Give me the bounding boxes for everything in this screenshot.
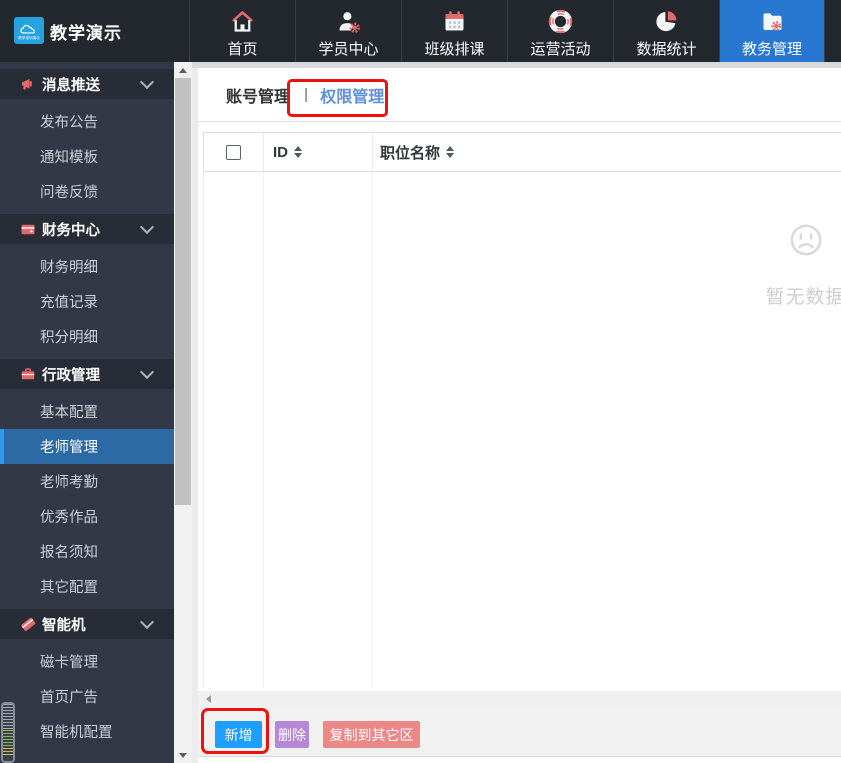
tab-account-management[interactable]: 账号管理	[226, 83, 290, 107]
chevron-down-icon	[139, 219, 155, 235]
sort-carets-icon[interactable]	[294, 146, 302, 158]
chevron-down-icon	[139, 74, 155, 90]
column-divider	[263, 172, 264, 688]
nav-item-academic[interactable]: 教务管理	[719, 0, 825, 62]
column-header-id[interactable]: ID	[264, 133, 373, 171]
sidebar-item[interactable]: 优秀作品	[0, 499, 174, 534]
nav-item-statistics[interactable]: 数据统计	[613, 0, 719, 62]
cloud-icon	[20, 24, 36, 34]
sidebar-item[interactable]: 老师考勤	[0, 464, 174, 499]
nav-item-label: 教务管理	[741, 40, 802, 58]
tab-bar: 账号管理 | 权限管理	[198, 68, 841, 122]
sidebar-item[interactable]: 发布公告	[0, 104, 174, 139]
table-header-row: ID 职位名称	[203, 132, 841, 172]
nav-item-label: 首页	[227, 40, 258, 58]
sidebar-group-items: 财务明细 充值记录 积分明细	[0, 249, 174, 354]
column-label: ID	[273, 143, 288, 161]
sidebar-group-items: 基本配置 老师管理 老师考勤 优秀作品 报名须知 其它配置	[0, 394, 174, 604]
nav-item-scheduling[interactable]: 班级排课	[401, 0, 507, 62]
footer-toolbar: 新增 删除 复制到其它区	[198, 706, 841, 757]
nav-item-label: 数据统计	[636, 40, 697, 58]
scroll-down-arrow-icon[interactable]	[174, 747, 192, 763]
delete-button[interactable]: 删除	[275, 721, 309, 748]
column-divider	[372, 172, 373, 688]
sidebar-item[interactable]: 充值记录	[0, 284, 174, 319]
table-body	[203, 172, 841, 688]
lifebuoy-icon	[547, 7, 574, 37]
sidebar-group-admin[interactable]: 行政管理	[0, 359, 174, 389]
megaphone-icon	[20, 76, 36, 92]
home-icon	[229, 7, 256, 37]
add-button[interactable]: 新增	[215, 721, 262, 748]
folder-gear-icon	[759, 7, 786, 37]
select-all-checkbox[interactable]	[226, 144, 241, 160]
calendar-icon	[441, 7, 468, 37]
sidebar-scrollbar[interactable]	[174, 62, 192, 763]
sidebar-item[interactable]: 问卷反馈	[0, 174, 174, 209]
widget-green-lines	[3, 730, 13, 748]
empty-state: 暂无数据	[758, 223, 841, 309]
sidebar-group-message[interactable]: 消息推送	[0, 69, 174, 99]
corner-widget	[1, 702, 15, 763]
nav-item-label: 学员中心	[318, 40, 379, 58]
column-header-position-name[interactable]: 职位名称	[373, 133, 841, 171]
nav-item-operations[interactable]: 运营活动	[507, 0, 613, 62]
nav-item-label: 运营活动	[530, 40, 591, 58]
tab-separator: |	[304, 86, 309, 103]
nav-item-label: 班级排课	[424, 40, 485, 58]
empty-state-text: 暂无数据	[765, 287, 841, 308]
sidebar-group-items: 磁卡管理 首页广告 智能机配置	[0, 644, 174, 749]
sidebar-item[interactable]: 积分明细	[0, 319, 174, 354]
app-title: 教学演示	[50, 23, 122, 43]
sidebar: 消息推送发布公告 通知模板 问卷反馈 财务中心财务明细 充值记录 积分明细 行政管理基本…	[0, 62, 174, 763]
wallet-icon	[20, 221, 36, 237]
scroll-left-arrow-icon[interactable]	[206, 694, 211, 703]
sidebar-item[interactable]: 基本配置	[0, 394, 174, 429]
nav-item-home[interactable]: 首页	[189, 0, 295, 62]
sidebar-item[interactable]: 通知模板	[0, 139, 174, 174]
main-content: 账号管理 | 权限管理 ID 职位名称 暂无数据 新增 删除 复制到其它区	[198, 68, 841, 763]
sidebar-scrollbar-thumb[interactable]	[175, 78, 191, 505]
app-logo: 教学培训演示	[14, 17, 44, 44]
sidebar-group-label: 消息推送	[42, 77, 100, 94]
briefcase-icon	[20, 366, 36, 382]
sidebar-group-label: 财务中心	[42, 222, 100, 239]
sidebar-group-label: 智能机	[42, 617, 86, 634]
widget-gray-lines	[3, 704, 13, 730]
horizontal-scrollbar[interactable]	[198, 691, 841, 706]
sidebar-item[interactable]: 磁卡管理	[0, 644, 174, 679]
widget-yellow-lines	[3, 748, 13, 757]
sidebar-group-items: 发布公告 通知模板 问卷反馈	[0, 104, 174, 209]
main-nav: 首页 学员中心 班级排课 运营活动 数据统计 教务管理	[189, 0, 825, 62]
select-all-cell	[204, 133, 264, 171]
scroll-up-arrow-icon[interactable]	[174, 62, 192, 78]
tab-permission-management[interactable]: 权限管理	[320, 83, 384, 107]
logo-caption: 教学培训演示	[18, 34, 40, 40]
sidebar-group-label: 行政管理	[42, 367, 100, 384]
sort-carets-icon[interactable]	[446, 146, 455, 158]
copy-button[interactable]: 复制到其它区	[323, 721, 420, 748]
chevron-down-icon	[139, 364, 155, 380]
top-navbar: 教学培训演示 教学演示 首页 学员中心 班级排课 运营活动 数据统计 教务管理	[0, 0, 841, 62]
sidebar-group-machine[interactable]: 智能机	[0, 609, 174, 639]
sad-face-icon	[790, 224, 821, 256]
student-icon	[335, 7, 362, 37]
sidebar-item[interactable]: 老师管理	[0, 429, 174, 464]
sidebar-item[interactable]: 财务明细	[0, 249, 174, 284]
chevron-down-icon	[139, 614, 155, 630]
sidebar-item[interactable]: 其它配置	[0, 569, 174, 604]
sidebar-group-finance[interactable]: 财务中心	[0, 214, 174, 244]
sidebar-item[interactable]: 智能机配置	[0, 714, 174, 749]
sidebar-item[interactable]: 首页广告	[0, 679, 174, 714]
column-label: 职位名称	[380, 144, 441, 162]
nav-item-students[interactable]: 学员中心	[295, 0, 401, 62]
card-icon	[20, 616, 36, 632]
sidebar-item[interactable]: 报名须知	[0, 534, 174, 569]
piechart-icon	[653, 7, 680, 37]
